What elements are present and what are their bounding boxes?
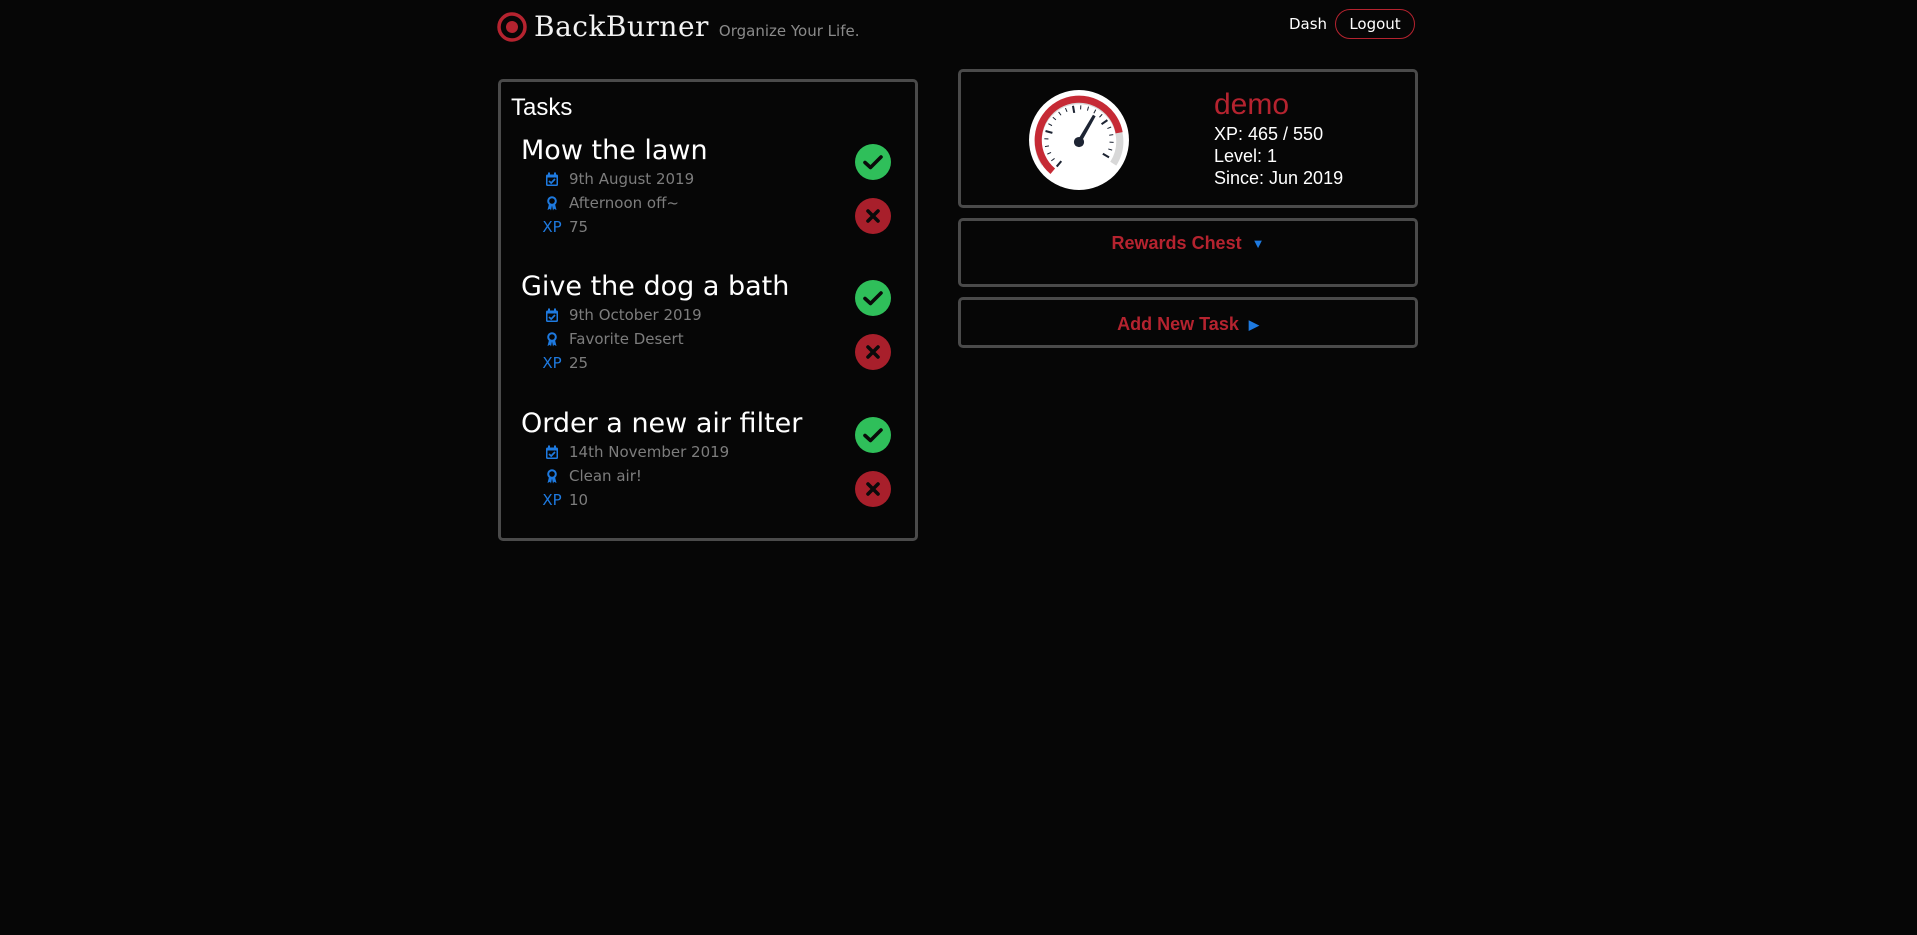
xp-total: XP: 465 / 550 (1214, 124, 1324, 144)
task-item: Order a new air filter 14th November 201… (521, 408, 911, 512)
rewards-chest-label: Rewards Chest (1111, 233, 1242, 253)
task-xp: 10 (569, 491, 589, 509)
delete-task-button[interactable] (855, 198, 891, 234)
brand[interactable]: BackBurner Organize Your Life. (497, 10, 859, 43)
delete-task-button[interactable] (855, 334, 891, 370)
task-reward: Favorite Desert (569, 330, 684, 348)
task-date: 9th October 2019 (569, 306, 702, 324)
task-reward: Afternoon off~ (569, 194, 679, 212)
xp-label: XP (542, 354, 562, 372)
task-title: Order a new air filter (521, 408, 803, 439)
calendar-check-icon (541, 445, 563, 460)
complete-task-button[interactable] (855, 280, 891, 316)
check-icon (863, 291, 883, 306)
task-date: 14th November 2019 (569, 443, 730, 461)
brand-name: BackBurner (534, 10, 709, 43)
username: demo (1214, 88, 1290, 121)
delete-task-button[interactable] (855, 471, 891, 507)
gauge-tick (1071, 105, 1076, 114)
speedometer-icon (1029, 90, 1129, 190)
task-item: Mow the lawn 9th August 2019 Afternoon o… (521, 135, 911, 239)
tasks-panel: Tasks Mow the lawn 9th August 2019 After… (498, 79, 918, 541)
xp-label: XP (542, 218, 562, 236)
profile-panel: demo XP: 465 / 550 Level: 1 Since: Jun 2… (958, 69, 1418, 208)
task-reward: Clean air! (569, 467, 642, 485)
gauge-tick (1109, 134, 1114, 136)
rewards-chest-toggle[interactable]: Rewards Chest ▼ (961, 233, 1415, 254)
x-icon (866, 209, 880, 223)
tasks-title: Tasks (511, 94, 573, 121)
target-icon (497, 11, 527, 42)
task-title: Mow the lawn (521, 135, 708, 166)
check-icon (863, 155, 883, 170)
calendar-check-icon (541, 172, 563, 187)
task-item: Give the dog a bath 9th October 2019 Fav… (521, 271, 911, 375)
task-date-row: 9th October 2019 (541, 303, 911, 327)
rewards-chest-panel: Rewards Chest ▼ (958, 218, 1418, 287)
caret-right-icon: ▶ (1248, 316, 1259, 332)
task-date-row: 14th November 2019 (541, 440, 911, 464)
page: BackBurner Organize Your Life. Dash Logo… (0, 0, 1917, 935)
task-date-row: 9th August 2019 (541, 167, 911, 191)
logout-button[interactable]: Logout (1335, 9, 1415, 39)
award-ribbon-icon (541, 195, 563, 211)
calendar-check-icon (541, 308, 563, 323)
nav-dash-link[interactable]: Dash (1289, 15, 1327, 33)
add-task-label: Add New Task (1117, 314, 1239, 334)
complete-task-button[interactable] (855, 417, 891, 453)
check-icon (863, 428, 883, 443)
x-icon (866, 482, 880, 496)
task-xp: 75 (569, 218, 589, 236)
award-ribbon-icon (541, 468, 563, 484)
add-task-panel: Add New Task ▶ (958, 297, 1418, 348)
task-xp: 25 (569, 354, 589, 372)
task-date: 9th August 2019 (569, 170, 695, 188)
task-title: Give the dog a bath (521, 271, 790, 302)
award-ribbon-icon (541, 331, 563, 347)
caret-down-icon: ▼ (1251, 236, 1265, 251)
add-task-toggle[interactable]: Add New Task ▶ (961, 314, 1415, 335)
user-level: Level: 1 (1214, 146, 1278, 166)
complete-task-button[interactable] (855, 144, 891, 180)
x-icon (866, 345, 880, 359)
member-since: Since: Jun 2019 (1214, 168, 1344, 188)
xp-label: XP (542, 491, 562, 509)
brand-tagline: Organize Your Life. (718, 21, 860, 40)
